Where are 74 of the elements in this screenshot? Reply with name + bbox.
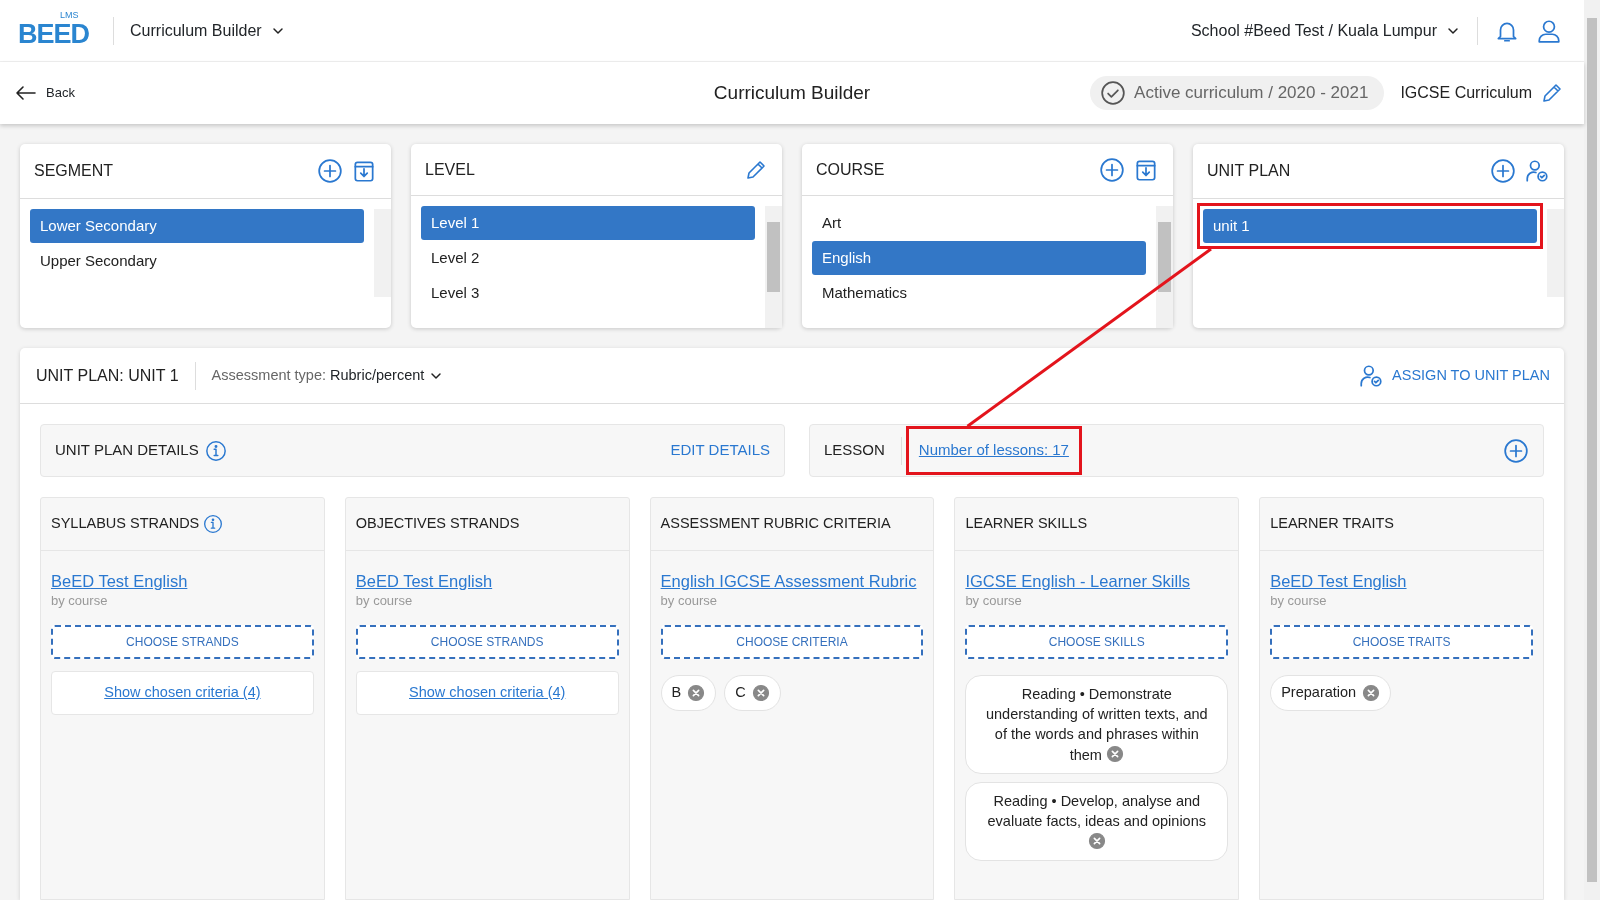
add-circle-icon[interactable] [317,158,343,184]
source-note: by course [1270,593,1328,607]
app-menu-dropdown[interactable]: Curriculum Builder [130,18,286,43]
list-item[interactable]: Lower Secondary [30,209,364,243]
lesson-count-link[interactable]: Number of lessons: 17 [908,435,1079,466]
source-link[interactable]: BeED Test English [1270,569,1407,594]
list-item[interactable]: Art [812,206,1146,240]
user-icon[interactable] [1536,17,1562,44]
school-menu-dropdown[interactable]: School #Beed Test / Kuala Lumpur [1190,18,1461,43]
column-title: LEARNER TRAITS [1270,514,1394,534]
curriculum-name: IGCSE Curriculum [1400,83,1532,103]
choose-button[interactable]: CHOOSE CRITERIA [660,624,924,659]
list-scrollbar[interactable] [765,206,782,328]
choose-button[interactable]: CHOOSE TRAITS [1270,624,1533,659]
add-circle-icon[interactable] [1490,158,1516,184]
details-title: UNIT PLAN DETAILS [55,440,199,461]
back-button[interactable]: Back [14,81,75,105]
tag-chip: Reading • Develop, analyse and evaluate facts, ideas and opinions [965,781,1229,861]
source-link[interactable]: English IGCSE Assessment Rubric [660,569,917,594]
edit-icon[interactable] [1540,81,1564,105]
user-check-icon[interactable] [1358,362,1385,389]
info-icon[interactable] [204,439,227,462]
assign-to-unit-plan-button[interactable]: ASSIGN TO UNIT PLAN [1358,362,1550,389]
panel-title: SEGMENT [34,161,115,181]
add-circle-icon[interactable] [1099,156,1125,183]
list-item[interactable]: Level 2 [421,241,755,275]
panel-title: LEVEL [425,159,476,180]
list-scrollbar[interactable] [1156,206,1173,328]
remove-icon[interactable] [1105,744,1124,763]
info-icon[interactable] [203,514,224,534]
list-item[interactable]: Level 1 [421,206,755,240]
column-title: LEARNER SKILLS [965,514,1088,534]
page-title: Curriculum Builder [713,80,871,105]
tag-chip: C [724,674,781,711]
user-check-icon[interactable] [1524,158,1550,184]
choose-button[interactable]: CHOOSE STRANDS [51,624,314,659]
source-link[interactable]: BeED Test English [51,569,188,594]
list-item[interactable]: Level 3 [421,276,755,310]
column-title: ASSESSMENT RUBRIC CRITERIA [660,514,891,534]
list-item[interactable]: English [812,241,1146,275]
remove-icon[interactable] [1087,831,1106,850]
status-chip: Active curriculum / 2020 - 2021 [1090,76,1385,110]
remove-icon[interactable] [751,683,770,702]
column-title: SYLLABUS STRANDS [51,514,200,534]
edit-details-link[interactable]: EDIT DETAILS [670,439,770,462]
source-note: by course [660,593,718,607]
panel-title: UNIT PLAN [1207,161,1292,181]
unit-plan-title: UNIT PLAN: UNIT 1 [36,365,179,386]
source-link[interactable]: BeED Test English [355,569,493,594]
assessment-type-dropdown[interactable]: Assessment type: Rubric/percent [211,364,445,387]
list-scrollbar[interactable] [374,209,391,297]
tag-chip: B [660,674,717,711]
app-logo[interactable]: LMS BEED [18,13,89,48]
source-note: by course [355,593,414,607]
show-criteria-link[interactable]: Show chosen criteria (4) [403,680,572,705]
source-note: by course [51,593,109,607]
choose-button[interactable]: CHOOSE SKILLS [965,624,1229,659]
list-item[interactable]: unit 1 [1203,209,1537,243]
download-box-icon[interactable] [351,158,377,184]
remove-icon[interactable] [1362,683,1381,702]
tag-chip: Reading • Demonstrate understanding of written texts, and of the words and phrases within them [965,674,1229,774]
choose-button[interactable]: CHOOSE STRANDS [355,624,619,659]
tag-chip: Preparation [1270,674,1392,711]
column-title: OBJECTIVES STRANDS [355,514,520,534]
list-item[interactable]: Upper Secondary [30,244,364,278]
panel-title: COURSE [816,159,886,180]
show-criteria-link[interactable]: Show chosen criteria (4) [98,680,267,705]
source-link[interactable]: IGCSE English - Learner Skills [965,569,1191,594]
list-item[interactable]: Mathematics [812,276,1146,310]
add-circle-icon[interactable] [1503,437,1529,464]
source-note: by course [965,593,1023,607]
lesson-title: LESSON [824,440,885,461]
list-scrollbar[interactable] [1547,209,1564,297]
remove-icon[interactable] [687,683,706,702]
